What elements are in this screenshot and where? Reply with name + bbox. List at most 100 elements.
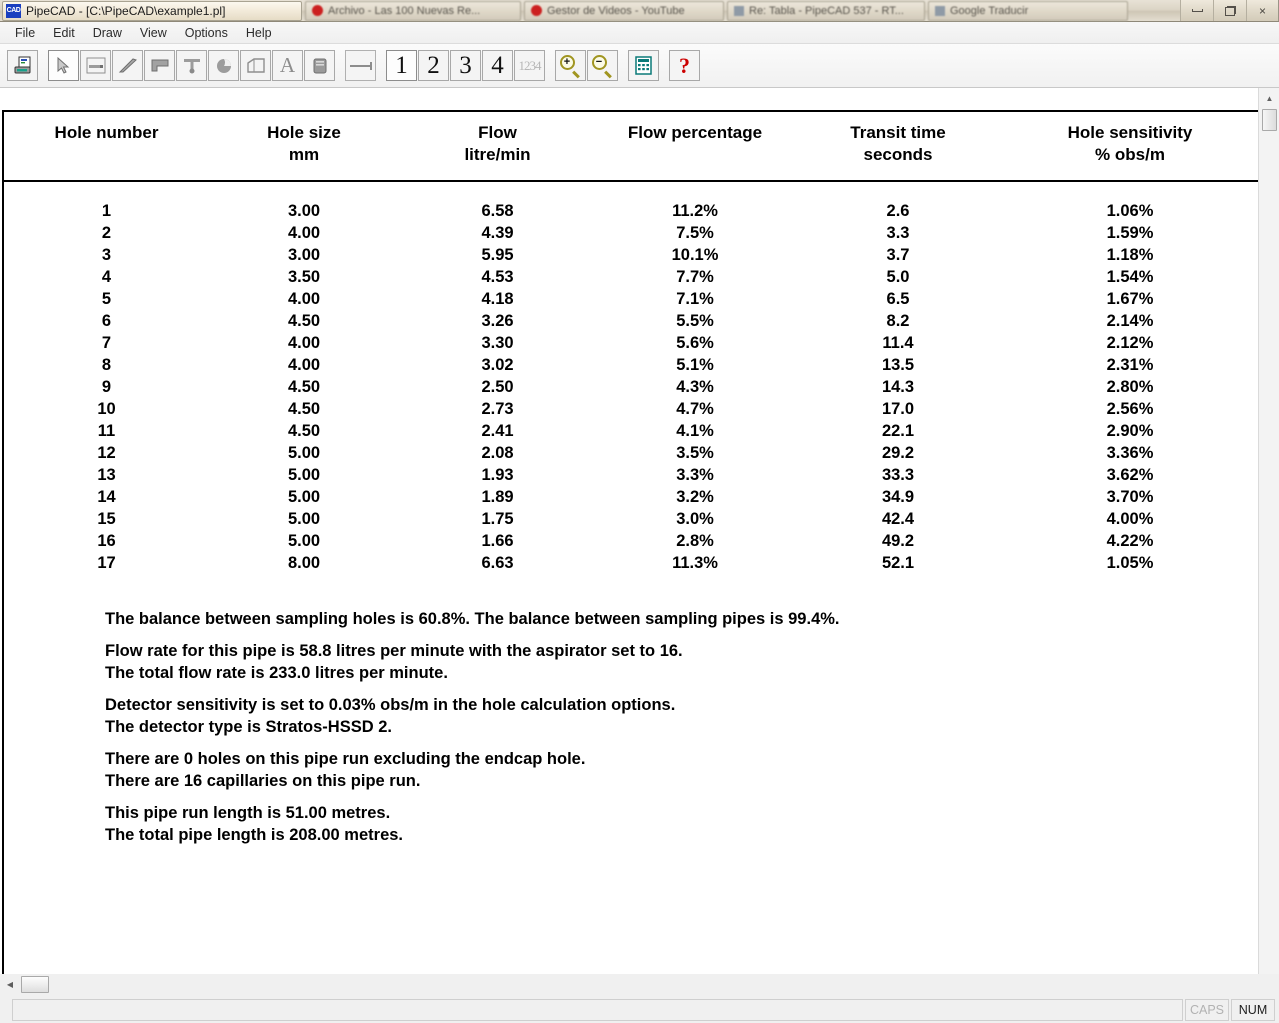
- cell-flow-percentage: 11.3%: [672, 553, 718, 572]
- cell-transit-time: 8.2: [886, 311, 910, 330]
- scroll-left-button[interactable]: ◀: [0, 974, 20, 995]
- menubar: File Edit Draw View Options Help: [0, 22, 1279, 44]
- menu-view[interactable]: View: [131, 23, 176, 43]
- menu-edit[interactable]: Edit: [44, 23, 84, 43]
- close-button[interactable]: ×: [1246, 0, 1279, 21]
- zoom-in-icon: +: [559, 54, 582, 78]
- horizontal-scrollbar[interactable]: ◀: [0, 974, 1279, 995]
- cell-hole-size: 4.50: [287, 421, 321, 440]
- menu-draw[interactable]: Draw: [84, 23, 131, 43]
- cell-flow: 4.53: [481, 267, 514, 286]
- taskbar-item-3[interactable]: Re: Tabla - PipeCAD 537 - RT...: [727, 0, 925, 21]
- zoom-out-button[interactable]: −: [587, 50, 618, 81]
- cell-flow: 6.63: [481, 553, 514, 572]
- cell-hole-sensitivity: 2.31%: [1106, 355, 1154, 374]
- horizontal-scroll-thumb[interactable]: [21, 976, 49, 993]
- menu-options[interactable]: Options: [176, 23, 237, 43]
- endcap-tool-button[interactable]: [208, 50, 239, 81]
- cell-hole-number: 14: [97, 487, 116, 506]
- status-message: [12, 999, 1183, 1021]
- cell-flow-percentage: 2.8%: [676, 531, 714, 550]
- bend-pipe-icon: [151, 59, 168, 71]
- cell-transit-time: 33.3: [881, 465, 915, 484]
- cell-hole-sensitivity: 2.90%: [1106, 421, 1154, 440]
- window-icon: [935, 5, 945, 16]
- pipe-1-label: 1: [395, 52, 408, 79]
- table-header-row: Hole number Hole size mm Flow litre/min …: [4, 112, 1258, 182]
- cell-hole-number: 5: [101, 289, 112, 308]
- ruler-tool-button[interactable]: [345, 50, 376, 81]
- pipe-tool-button[interactable]: [80, 50, 111, 81]
- pipe-1-button[interactable]: 1: [386, 50, 417, 81]
- note-spacer: [105, 738, 1258, 748]
- taskbar-item-1[interactable]: Archivo - Las 100 Nuevas Re...: [305, 0, 521, 21]
- help-button[interactable]: ?: [669, 50, 700, 81]
- all-pipes-button[interactable]: 1234: [514, 50, 545, 81]
- cell-flow-percentage: 3.0%: [676, 509, 714, 528]
- statusbar: CAPS NUM: [0, 995, 1279, 1023]
- zoom-in-button[interactable]: +: [555, 50, 586, 81]
- restore-icon: [1224, 5, 1236, 16]
- taskbar-item-2[interactable]: Gestor de Videos - YouTube: [524, 0, 724, 21]
- select-tool-button[interactable]: [48, 50, 79, 81]
- minimize-button[interactable]: [1180, 0, 1213, 21]
- window-controls: ×: [1180, 0, 1279, 21]
- cell-hole-size: 3.50: [287, 267, 321, 286]
- scroll-up-button[interactable]: ▲: [1259, 88, 1279, 108]
- cell-hole-sensitivity: 3.70%: [1106, 487, 1154, 506]
- cell-hole-size: 4.50: [287, 399, 321, 418]
- cell-hole-size: 5.00: [287, 509, 321, 528]
- line-tool-button[interactable]: [112, 50, 143, 81]
- vertical-scrollbar[interactable]: ▲ ▼: [1258, 88, 1279, 995]
- cell-flow-percentage: 4.1%: [676, 421, 714, 440]
- cell-transit-time: 3.7: [886, 245, 910, 264]
- col-unit: litre/min: [464, 145, 531, 165]
- calculate-button[interactable]: [628, 50, 659, 81]
- hole-report-table: Hole number Hole size mm Flow litre/min …: [4, 112, 1258, 574]
- tee-tool-button[interactable]: [176, 50, 207, 81]
- cell-transit-time: 17.0: [881, 399, 915, 418]
- table-row: 9 4.50 2.50 4.3% 14.3 2.80%: [4, 376, 1258, 398]
- vertical-scroll-thumb[interactable]: [1261, 109, 1277, 131]
- table-row: 3 3.00 5.95 10.1% 3.7 1.18%: [4, 244, 1258, 266]
- cell-flow: 1.93: [481, 465, 514, 484]
- taskbar-item-1-label: Archivo - Las 100 Nuevas Re...: [328, 4, 481, 17]
- cell-hole-size: 5.00: [287, 487, 321, 506]
- cursor-arrow-icon: [57, 56, 69, 74]
- pipe-2-button[interactable]: 2: [418, 50, 449, 81]
- restore-button[interactable]: [1213, 0, 1246, 21]
- print-preview-button[interactable]: [7, 50, 38, 81]
- menu-file[interactable]: File: [6, 23, 44, 43]
- note-spacer: [105, 630, 1258, 640]
- taskbar-item-4[interactable]: Google Traducir: [928, 0, 1128, 21]
- cell-hole-number: 3: [101, 245, 112, 264]
- record-icon: [531, 5, 542, 16]
- cell-hole-sensitivity: 3.36%: [1106, 443, 1154, 462]
- table-row: 15 5.00 1.75 3.0% 42.4 4.00%: [4, 508, 1258, 530]
- record-icon: [312, 5, 323, 16]
- detector-tool-button[interactable]: [304, 50, 335, 81]
- table-row: 13 5.00 1.93 3.3% 33.3 3.62%: [4, 464, 1258, 486]
- cell-hole-size: 4.00: [287, 223, 321, 242]
- pipe-4-button[interactable]: 4: [482, 50, 513, 81]
- col-title: Transit time: [850, 123, 946, 142]
- cell-hole-sensitivity: 4.22%: [1106, 531, 1154, 550]
- close-icon: ×: [1258, 3, 1266, 18]
- bend-tool-button[interactable]: [144, 50, 175, 81]
- ruler-icon: [349, 61, 372, 70]
- table-row: 16 5.00 1.66 2.8% 49.2 4.22%: [4, 530, 1258, 552]
- pipe-run-icon: [86, 57, 105, 73]
- col-header-flow: Flow litre/min: [399, 112, 596, 182]
- pipe-3-button[interactable]: 3: [450, 50, 481, 81]
- cell-flow: 2.50: [481, 377, 514, 396]
- taskbar-item-pipecad[interactable]: CAD PipeCAD - [C:\PipeCAD\example1.pl]: [2, 0, 302, 21]
- cell-hole-size: 3.00: [287, 201, 321, 220]
- cell-flow: 2.73: [481, 399, 514, 418]
- os-taskbar: CAD PipeCAD - [C:\PipeCAD\example1.pl] A…: [0, 0, 1279, 22]
- note-detector-sensitivity: Detector sensitivity is set to 0.03% obs…: [105, 695, 676, 714]
- menu-help[interactable]: Help: [237, 23, 281, 43]
- taskbar-item-4-label: Google Traducir: [950, 4, 1029, 17]
- text-tool-button[interactable]: A: [272, 50, 303, 81]
- room-tool-button[interactable]: [240, 50, 271, 81]
- status-badge-num: NUM: [1231, 999, 1275, 1021]
